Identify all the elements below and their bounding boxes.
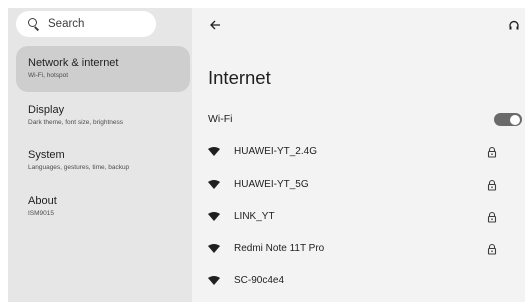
sidebar-item-about[interactable]: About ISM9015 bbox=[16, 195, 190, 218]
wifi-icon bbox=[208, 243, 220, 253]
network-name: LINK_YT bbox=[234, 210, 275, 222]
sidebar-item-system[interactable]: System Languages, gestures, time, backup bbox=[16, 149, 190, 172]
network-item[interactable]: LINK_YT bbox=[208, 207, 508, 225]
wifi-icon bbox=[208, 179, 220, 189]
lock-icon bbox=[486, 178, 498, 191]
lock-icon bbox=[486, 145, 498, 158]
settings-window: Search Network & internet Wi-Fi, hotspot… bbox=[8, 8, 525, 302]
sidebar-item-subtitle: Dark theme, font size, brightness bbox=[28, 119, 124, 126]
search-icon bbox=[28, 18, 40, 30]
sidebar-item-subtitle: ISM9015 bbox=[28, 210, 55, 217]
network-item[interactable]: Redmi Note 11T Pro bbox=[208, 239, 508, 257]
network-item[interactable]: SC-90c4e4 bbox=[208, 271, 508, 289]
network-name: Redmi Note 11T Pro bbox=[234, 242, 325, 254]
network-name: HUAWEI-YT_5G bbox=[234, 178, 309, 190]
sidebar-item-title: System bbox=[28, 149, 65, 161]
sidebar-item-display[interactable]: Display Dark theme, font size, brightnes… bbox=[16, 104, 190, 127]
wifi-icon bbox=[208, 146, 220, 156]
network-item[interactable]: HUAWEI-YT_5G bbox=[208, 175, 508, 193]
arrow-left-icon[interactable] bbox=[208, 18, 222, 32]
search-bar[interactable]: Search bbox=[16, 11, 156, 37]
lock-icon bbox=[486, 210, 498, 223]
sidebar-item-subtitle: Wi-Fi, hotspot bbox=[28, 72, 69, 79]
wifi-toggle-row[interactable]: Wi-Fi bbox=[208, 110, 522, 128]
sidebar-item-network-internet[interactable]: Network & internet Wi-Fi, hotspot bbox=[16, 46, 190, 92]
network-item[interactable]: HUAWEI-YT_2.4G bbox=[208, 142, 508, 160]
wifi-icon bbox=[208, 275, 220, 285]
sidebar-item-title: Network & internet bbox=[28, 57, 119, 69]
wifi-icon bbox=[208, 211, 220, 221]
lock-icon bbox=[486, 242, 498, 255]
help-icon[interactable] bbox=[507, 18, 521, 32]
wifi-toggle[interactable] bbox=[494, 113, 522, 126]
page-title: Internet bbox=[208, 67, 271, 88]
network-name: SC-90c4e4 bbox=[234, 274, 285, 286]
toggle-knob bbox=[510, 114, 520, 125]
sidebar-item-subtitle: Languages, gestures, time, backup bbox=[28, 164, 130, 171]
search-label: Search bbox=[48, 18, 85, 30]
network-name: HUAWEI-YT_2.4G bbox=[234, 145, 317, 157]
sidebar-item-title: Display bbox=[28, 104, 65, 116]
internet-panel: Internet Wi-Fi HUAWEI-YT_2.4G HUAWEI-YT_… bbox=[192, 8, 525, 302]
wifi-label: Wi-Fi bbox=[208, 113, 233, 125]
sidebar-item-title: About bbox=[28, 195, 57, 207]
settings-sidebar: Search Network & internet Wi-Fi, hotspot… bbox=[8, 8, 192, 302]
